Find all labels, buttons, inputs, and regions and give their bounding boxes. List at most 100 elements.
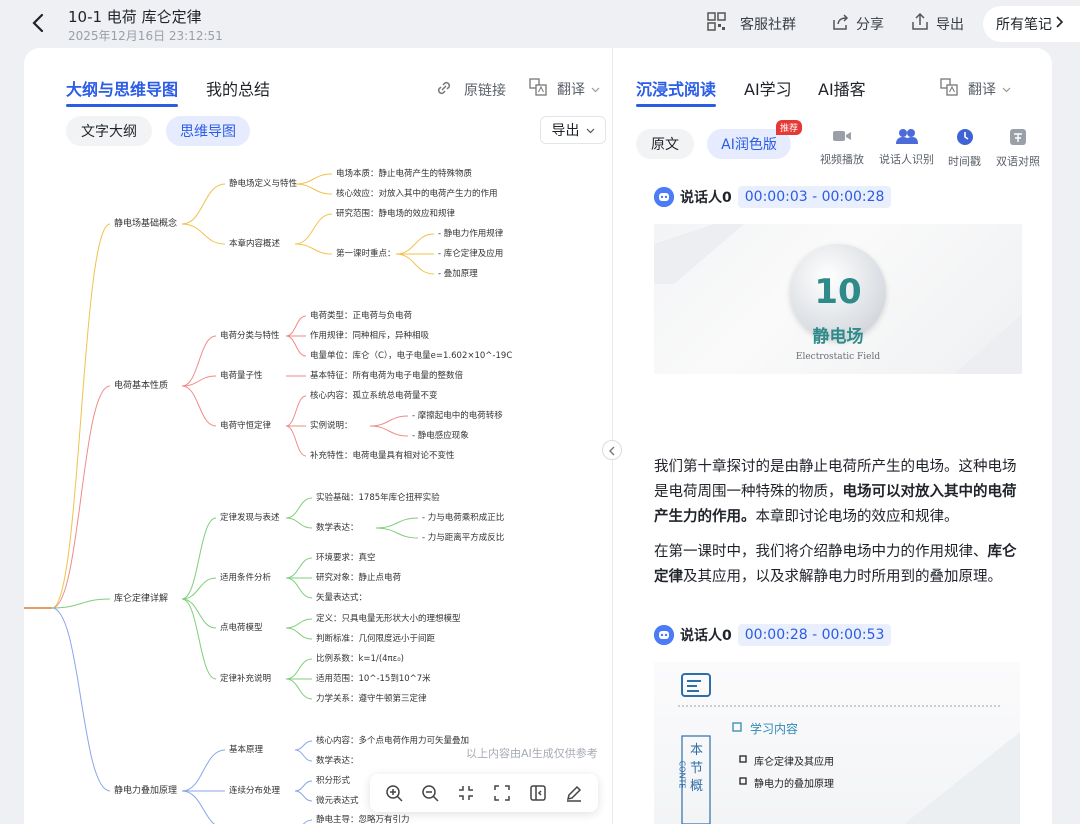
fullscreen-icon[interactable] — [490, 781, 514, 805]
export-button[interactable]: 导出 — [910, 12, 964, 36]
mindmap-connector — [302, 819, 313, 824]
customer-group-button[interactable]: 客服社群 — [706, 12, 796, 36]
mindmap-node-l3[interactable]: 比例系数：k=1/(4πε₀) — [316, 654, 404, 664]
mindmap-node-l3[interactable]: 核心内容：孤立系统总电荷量不变 — [310, 391, 438, 401]
tool-speaker-id[interactable]: 说话人识别 — [879, 128, 934, 167]
slide-thumbnail-1[interactable]: 10 静电场 Electrostatic Field — [654, 224, 1022, 374]
mindmap-node-l3[interactable]: 电量单位：库仑（C），电子电量e=1.602×10^-19C — [310, 351, 512, 361]
speaker-name: 说话人0 — [680, 190, 732, 206]
mindmap-node-l4[interactable]: - 静电力作用规律 — [438, 229, 503, 239]
mindmap-node-l2[interactable]: 适用条件分析 — [220, 573, 271, 583]
mindmap-node-l4[interactable]: - 叠加原理 — [438, 269, 478, 279]
mindmap-node-l3[interactable]: 实例说明： — [310, 421, 353, 431]
pen-edit-icon[interactable] — [562, 781, 586, 805]
mindmap-node-l3[interactable]: 核心内容：多个点电荷作用力可矢量叠加 — [316, 736, 469, 746]
mindmap-node-l3[interactable]: 判断标准：几何限度远小于间距 — [316, 634, 435, 644]
tool-video-play[interactable]: 视频播放 — [820, 128, 864, 167]
sidebar-toggle-icon[interactable] — [526, 781, 550, 805]
mindmap-node-l3[interactable]: 电场本质：静止电荷产生的特殊物质 — [336, 169, 472, 179]
tab-outline-mindmap[interactable]: 大纲与思维导图 — [66, 76, 179, 107]
mindmap-connector — [181, 223, 226, 245]
mindmap-node-l3[interactable]: 基本特征：所有电荷为电子电量的整数倍 — [310, 371, 463, 381]
mindmap-node-l3[interactable]: 实验基础：1785年库仑扭秤实验 — [316, 493, 440, 503]
collapse-pane-button[interactable] — [602, 440, 622, 460]
mindmap-connector — [285, 395, 307, 427]
link-icon — [434, 78, 454, 102]
mindmap-node-l2[interactable]: 点电荷模型 — [220, 623, 263, 633]
clock-icon — [956, 128, 974, 149]
timestamp-badge[interactable]: 00:00:28 - 00:00:53 — [737, 624, 892, 646]
mindmap-node-l4[interactable]: - 库仑定律及应用 — [438, 249, 503, 259]
translate-dropdown-right[interactable]: 翻译 — [940, 78, 1011, 100]
mindmap-node-l2[interactable]: 本章内容概述 — [229, 239, 280, 249]
mindmap-node-l3[interactable]: 积分形式 — [316, 776, 350, 786]
translate-dropdown-left[interactable]: 翻译 — [529, 78, 600, 100]
tool-label: 双语对照 — [996, 155, 1040, 168]
mindmap-connector — [285, 315, 307, 337]
mindmap-node-l4[interactable]: - 力与距离平方成反比 — [422, 533, 504, 543]
mindmap-node-l3[interactable]: 研究范围：静电场的效应和规律 — [336, 209, 455, 219]
mindmap-node-l3[interactable]: 作用规律：同种相斥，异种相吸 — [310, 331, 429, 341]
chevron-down-icon — [591, 81, 600, 97]
slide-thumbnail-2[interactable]: 学习内容 库仑定律及其应用 静电力的叠加原理 本节概 CONTE — [654, 662, 1020, 824]
mindmap-connector — [51, 607, 111, 792]
mindmap-connector — [181, 385, 217, 427]
mindmap-node-l2[interactable]: 定律补充说明 — [220, 674, 271, 684]
mindmap-node-l2[interactable]: 基本原理 — [229, 745, 263, 755]
mindmap-node-l2[interactable]: 定律发现与表述 — [220, 513, 280, 523]
fit-center-icon[interactable] — [454, 781, 478, 805]
speaker-row-2: 说话人0 00:00:28 - 00:00:53 — [654, 624, 892, 646]
mindmap-node-l3[interactable]: 环境要求：真空 — [316, 553, 376, 563]
tool-timestamp[interactable]: 时间戳 — [948, 128, 981, 169]
mindmap-node-l2[interactable]: 静电场定义与特性 — [229, 179, 297, 189]
mindmap-node-l3[interactable]: 定义：只具电量无形状大小的理想模型 — [316, 614, 461, 624]
mindmap-node-l3[interactable]: 数学表达： — [316, 756, 359, 766]
mindmap-connector — [181, 598, 217, 680]
mindmap-node-l3[interactable]: 适用范围：10^-15到10^7米 — [316, 674, 431, 684]
mindmap-export-dropdown[interactable]: 导出 — [540, 116, 606, 144]
mindmap-node-l2[interactable]: 电荷量子性 — [220, 371, 263, 381]
mindmap-node-l3[interactable]: 力学关系：遵守牛顿第三定律 — [316, 694, 427, 704]
mindmap-node-l3[interactable]: 补充特性：电荷电量具有相对论不变性 — [310, 451, 455, 461]
pill-text-outline[interactable]: 文字大纲 — [66, 116, 152, 146]
slide-number: 10 — [814, 272, 862, 312]
mindmap-node-l2[interactable]: 电荷分类与特性 — [220, 331, 280, 341]
pill-original[interactable]: 原文 — [636, 129, 694, 159]
timestamp-badge[interactable]: 00:00:03 - 00:00:28 — [737, 186, 892, 208]
mindmap-node-l3[interactable]: 研究对象：静止点电荷 — [316, 573, 401, 583]
all-notes-button[interactable]: 所有笔记 — [983, 6, 1080, 42]
mindmap-node-l1[interactable]: 静电场基础概念 — [114, 219, 177, 229]
tab-my-summary[interactable]: 我的总结 — [206, 76, 270, 100]
mindmap-connector — [294, 740, 313, 751]
source-link-button[interactable]: 原链接 — [434, 78, 506, 102]
zoom-out-icon[interactable] — [418, 781, 442, 805]
mindmap-node-l3[interactable]: 矢量表达式： — [316, 593, 367, 603]
mindmap-connector — [294, 749, 313, 762]
mindmap-node-l1[interactable]: 静电力叠加原理 — [114, 786, 177, 796]
mindmap-node-l3[interactable]: 电荷类型：正电荷与负电荷 — [310, 311, 412, 321]
mindmap-node-l3[interactable]: 核心效应：对放入其中的电荷产生力的作用 — [336, 189, 498, 199]
tab-ai-podcast[interactable]: AI播客 — [818, 76, 866, 100]
mindmap-node-l3[interactable]: 数学表达： — [316, 523, 359, 533]
mindmap-node-l1[interactable]: 库仑定律详解 — [114, 594, 168, 604]
mindmap-node-l3[interactable]: 微元表达式 — [316, 796, 359, 806]
recommend-badge: 推荐 — [776, 120, 803, 135]
tool-bilingual[interactable]: 双语对照 — [996, 128, 1040, 169]
mindmap-node-l4[interactable]: - 静电感应现象 — [412, 431, 469, 441]
mindmap-node-l4[interactable]: - 力与电荷乘积成正比 — [422, 513, 504, 523]
tool-label: 时间戳 — [948, 155, 981, 168]
back-arrow-icon[interactable] — [28, 11, 50, 35]
export-label: 导出 — [936, 17, 964, 33]
mindmap-node-l1[interactable]: 电荷基本性质 — [114, 381, 168, 391]
tab-immersive-reading[interactable]: 沉浸式阅读 — [636, 76, 717, 107]
tab-ai-learning[interactable]: AI学习 — [744, 76, 792, 100]
mindmap-canvas[interactable]: 静电场基础概念 静电场定义与特性 电场本质：静止电荷产生的特殊物质核心效应：对放入其… — [24, 158, 612, 824]
mindmap-node-l3[interactable]: 静电主导：忽略万有引力 — [316, 815, 410, 824]
zoom-in-icon[interactable] — [382, 781, 406, 805]
mindmap-node-l2[interactable]: 电荷守恒定律 — [220, 421, 271, 431]
mindmap-node-l2[interactable]: 连续分布处理 — [229, 786, 280, 796]
mindmap-node-l3[interactable]: 第一课时重点： — [336, 249, 396, 259]
pill-mindmap[interactable]: 思维导图 — [166, 116, 250, 146]
share-button[interactable]: 分享 — [830, 12, 884, 36]
mindmap-node-l4[interactable]: - 摩擦起电中的电荷转移 — [412, 411, 503, 421]
